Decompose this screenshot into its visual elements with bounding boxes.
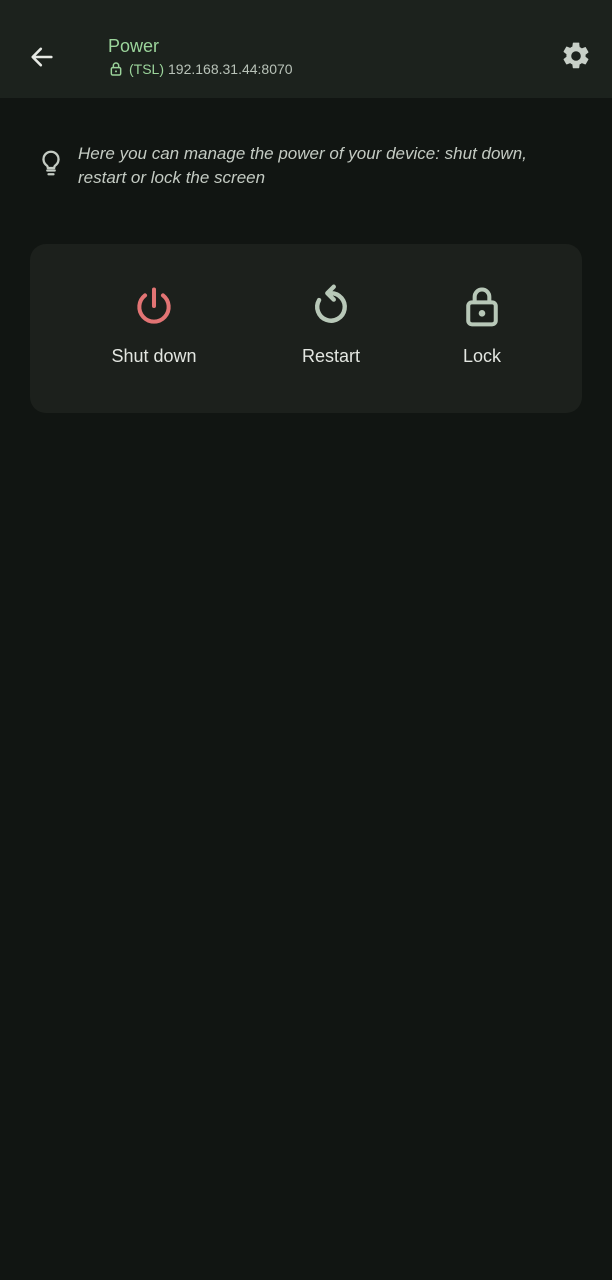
power-actions-card: Shut down Restart Lock	[30, 244, 582, 413]
settings-button[interactable]	[558, 38, 594, 74]
restart-button[interactable]: Restart	[251, 284, 411, 367]
shut-down-label: Shut down	[111, 346, 197, 366]
back-button[interactable]	[22, 37, 62, 77]
connection-protocol: (TSL)	[129, 61, 164, 77]
power-icon	[132, 284, 176, 328]
lock-label: Lock	[462, 346, 502, 366]
lock-icon	[108, 61, 124, 77]
restart-label: Restart	[301, 346, 361, 366]
hint-text: Here you can manage the power of your de…	[78, 144, 527, 187]
title-block: Power (TSL) 192.168.31.44:8070	[108, 35, 293, 77]
connection-address: 192.168.31.44:8070	[168, 61, 293, 77]
lock-icon	[460, 284, 504, 328]
page-title: Power	[108, 36, 160, 56]
gear-icon	[563, 42, 589, 69]
shut-down-button[interactable]: Shut down	[74, 284, 234, 367]
app-bar: Power (TSL) 192.168.31.44:8070	[0, 0, 612, 98]
lock-button[interactable]: Lock	[402, 284, 562, 367]
connection-info: (TSL) 192.168.31.44:8070	[108, 61, 293, 77]
restart-icon	[309, 284, 353, 328]
lightbulb-icon	[42, 150, 60, 176]
arrow-left-icon	[31, 47, 53, 67]
hint: Here you can manage the power of your de…	[36, 142, 576, 190]
